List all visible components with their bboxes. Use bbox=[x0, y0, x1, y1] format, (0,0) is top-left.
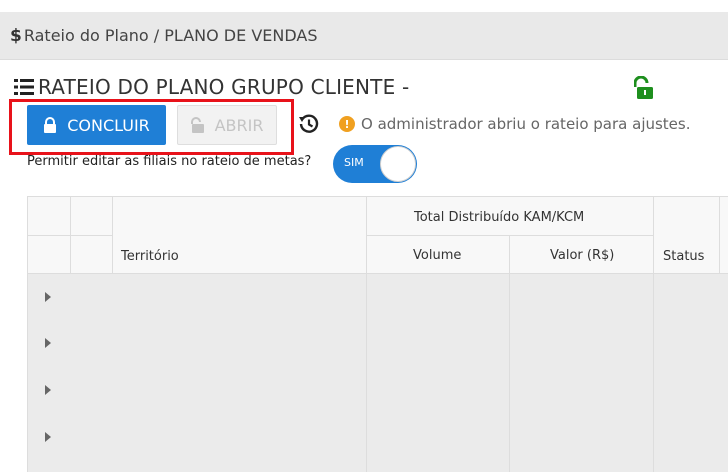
concluir-button[interactable]: CONCLUIR bbox=[27, 105, 166, 145]
permission-toggle[interactable]: SIM bbox=[333, 145, 417, 183]
group-header-label: Total Distribuído KAM/KCM bbox=[414, 210, 585, 225]
header-expand-cell bbox=[27, 196, 71, 236]
history-icon[interactable] bbox=[298, 113, 320, 135]
row-expand-arrow[interactable] bbox=[45, 432, 51, 442]
concluir-label: CONCLUIR bbox=[67, 115, 150, 135]
volume-label: Volume bbox=[413, 248, 462, 263]
data-grid: Território Total Distribuído KAM/KCM Vol… bbox=[27, 196, 728, 472]
territorio-label: Território bbox=[121, 249, 179, 264]
valor-label: Valor (R$) bbox=[550, 248, 615, 263]
permission-label: Permitir editar as filiais no rateio de … bbox=[27, 154, 312, 169]
body-col-volume bbox=[367, 274, 510, 472]
lock-icon bbox=[44, 117, 57, 133]
abrir-button[interactable]: ABRIR bbox=[177, 105, 277, 145]
lock-open-icon bbox=[634, 76, 653, 99]
header-group-total: Total Distribuído KAM/KCM bbox=[367, 196, 654, 236]
toggle-text: SIM bbox=[344, 156, 364, 169]
header-volume[interactable]: Volume bbox=[367, 236, 510, 274]
breadcrumb: $ Rateio do Plano / PLANO DE VENDAS bbox=[0, 12, 728, 60]
header-status[interactable]: Status bbox=[654, 196, 720, 274]
unlock-icon bbox=[190, 117, 204, 133]
header-valor[interactable]: Valor (R$) bbox=[510, 236, 654, 274]
breadcrumb-text: Rateio do Plano / PLANO DE VENDAS bbox=[23, 26, 318, 45]
body-col-select bbox=[71, 274, 367, 472]
info-message-text: O administrador abriu o rateio para ajus… bbox=[361, 115, 691, 133]
header-select-cell bbox=[71, 196, 113, 236]
page-title-text: RATEIO DO PLANO GRUPO CLIENTE - bbox=[38, 75, 410, 99]
body-col-status bbox=[654, 274, 728, 472]
toggle-knob bbox=[380, 146, 416, 182]
page-title: RATEIO DO PLANO GRUPO CLIENTE - bbox=[14, 72, 409, 102]
warning-icon: ! bbox=[339, 116, 355, 132]
body-col-expand bbox=[27, 274, 71, 472]
dollar-icon: $ bbox=[10, 25, 22, 46]
row-expand-arrow[interactable] bbox=[45, 385, 51, 395]
row-expand-arrow[interactable] bbox=[45, 292, 51, 302]
body-col-valor bbox=[510, 274, 654, 472]
header-select-cell-2 bbox=[71, 236, 113, 274]
row-expand-arrow[interactable] bbox=[45, 338, 51, 348]
list-icon bbox=[14, 79, 34, 95]
header-expand-cell-2 bbox=[27, 236, 71, 274]
status-label: Status bbox=[663, 249, 705, 264]
abrir-label: ABRIR bbox=[214, 115, 264, 135]
info-message: ! O administrador abriu o rateio para aj… bbox=[339, 115, 691, 133]
header-territorio[interactable]: Território bbox=[113, 196, 445, 274]
header-extra bbox=[720, 196, 728, 274]
